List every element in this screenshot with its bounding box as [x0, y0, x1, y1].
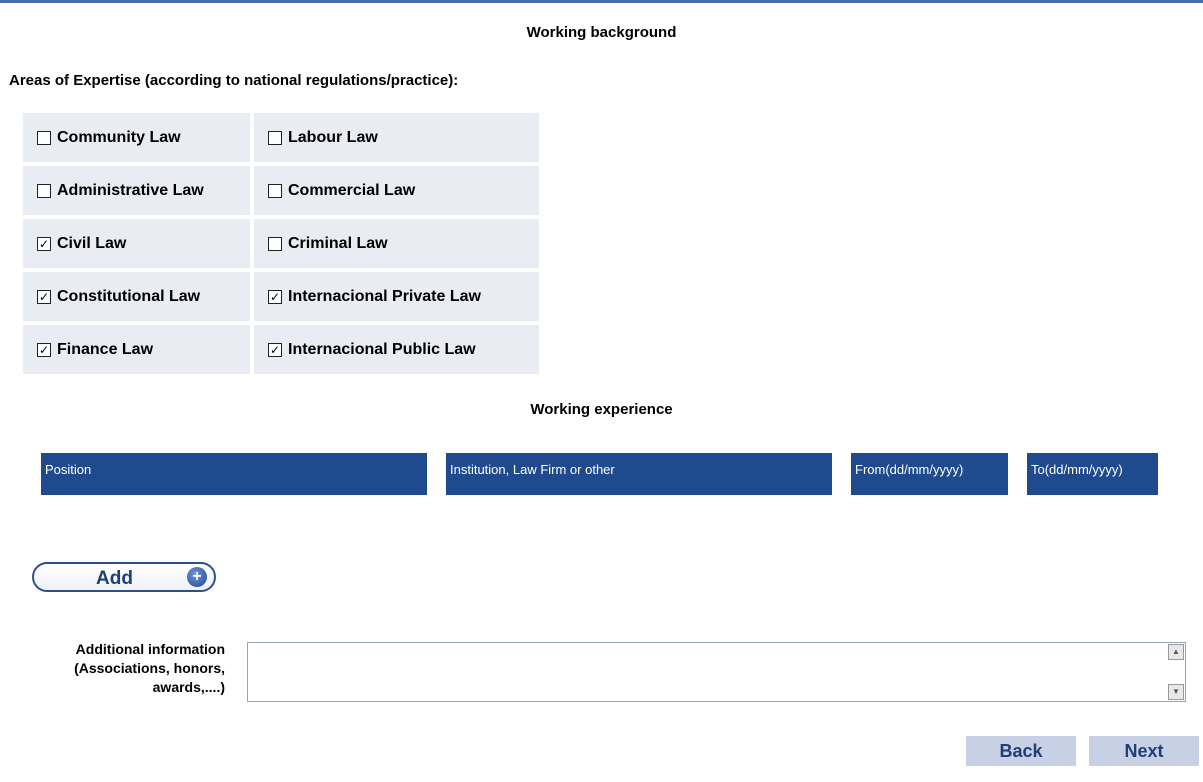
area-administrative-law[interactable]: Administrative Law [23, 166, 250, 215]
area-label: Finance Law [57, 340, 154, 358]
additional-information-label: Additional information (Associations, ho… [3, 640, 225, 697]
top-border [0, 0, 1203, 3]
area-label: Internacional Public Law [288, 340, 476, 358]
scroll-up-arrow-icon[interactable]: ▲ [1168, 644, 1184, 660]
area-constitutional-law[interactable]: ✓ Constitutional Law [23, 272, 250, 321]
column-header-from: From(dd/mm/yyyy) [851, 453, 1008, 495]
column-header-position: Position [41, 453, 427, 495]
working-experience-title: Working experience [530, 401, 673, 418]
area-label: Constitutional Law [57, 287, 201, 305]
checkbox-finance-law[interactable]: ✓ [37, 342, 51, 357]
areas-of-expertise-grid: Community Law Labour Law Administrative … [23, 113, 539, 374]
additional-label-line: Additional information [75, 641, 225, 657]
area-internacional-public-law[interactable]: ✓ Internacional Public Law [254, 325, 539, 374]
additional-label-line: awards,....) [152, 679, 225, 695]
plus-circle-icon: + [187, 567, 207, 587]
checkbox-community-law[interactable] [37, 130, 51, 145]
column-header-institution: Institution, Law Firm or other [446, 453, 832, 495]
checkbox-constitutional-law[interactable]: ✓ [37, 289, 51, 304]
area-community-law[interactable]: Community Law [23, 113, 250, 162]
checkbox-criminal-law[interactable] [268, 236, 282, 251]
add-button-label: Add [96, 568, 133, 589]
checkbox-internacional-private-law[interactable]: ✓ [268, 289, 282, 304]
area-label: Labour Law [288, 128, 378, 146]
checkbox-civil-law[interactable]: ✓ [37, 236, 51, 251]
checkbox-commercial-law[interactable] [268, 183, 282, 198]
additional-information-textarea[interactable]: ▲ ▼ [247, 642, 1186, 702]
additional-label-line: (Associations, honors, [74, 660, 225, 676]
add-experience-button[interactable]: Add + [32, 562, 216, 592]
area-label: Criminal Law [288, 234, 388, 252]
area-finance-law[interactable]: ✓ Finance Law [23, 325, 250, 374]
checkbox-internacional-public-law[interactable]: ✓ [268, 342, 282, 357]
checkbox-administrative-law[interactable] [37, 183, 51, 198]
page-title: Working background [526, 24, 677, 41]
areas-of-expertise-label: Areas of Expertise (according to nationa… [9, 72, 459, 89]
checkbox-labour-law[interactable] [268, 130, 282, 145]
column-header-to: To(dd/mm/yyyy) [1027, 453, 1158, 495]
back-button[interactable]: Back [966, 736, 1076, 766]
next-button[interactable]: Next [1089, 736, 1199, 766]
area-label: Internacional Private Law [288, 287, 481, 305]
area-commercial-law[interactable]: Commercial Law [254, 166, 539, 215]
area-label: Administrative Law [57, 181, 204, 199]
area-label: Civil Law [57, 234, 127, 252]
area-label: Community Law [57, 128, 181, 146]
area-label: Commercial Law [288, 181, 416, 199]
area-labour-law[interactable]: Labour Law [254, 113, 539, 162]
scroll-down-arrow-icon[interactable]: ▼ [1168, 684, 1184, 700]
area-criminal-law[interactable]: Criminal Law [254, 219, 539, 268]
area-civil-law[interactable]: ✓ Civil Law [23, 219, 250, 268]
area-internacional-private-law[interactable]: ✓ Internacional Private Law [254, 272, 539, 321]
